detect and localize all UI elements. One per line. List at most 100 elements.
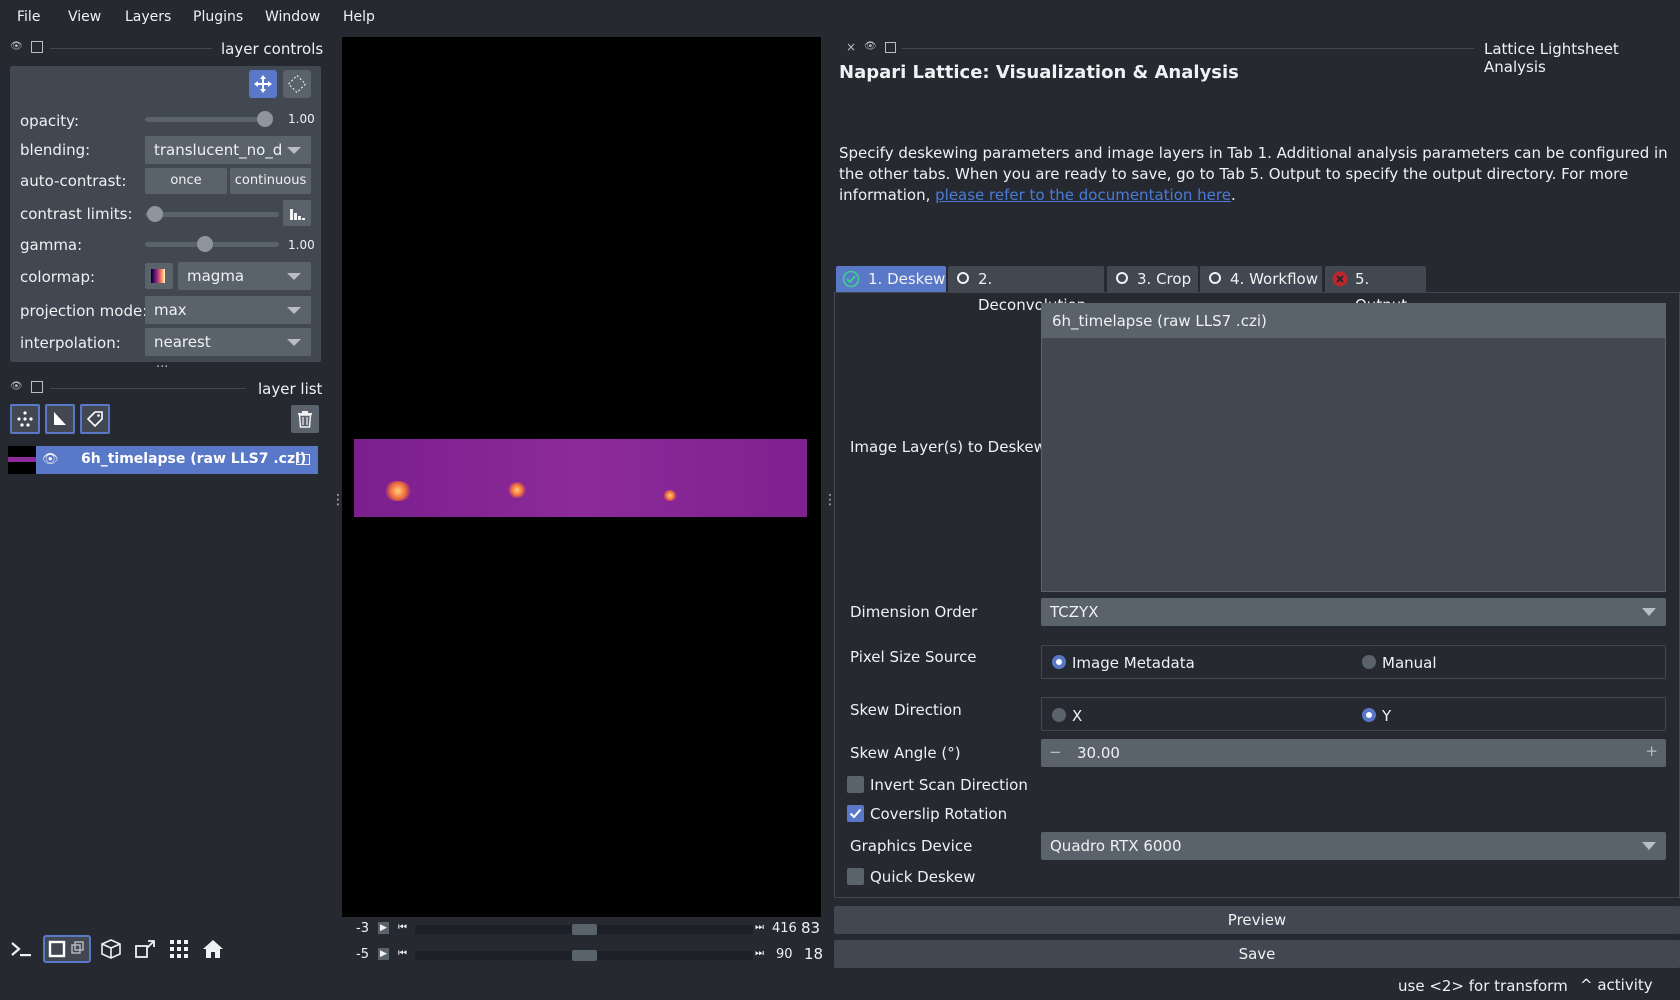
ndisplay-toggle-button[interactable] <box>43 935 91 963</box>
delete-layer-button[interactable] <box>291 405 319 433</box>
radio-skew-y-label[interactable]: Y <box>1382 707 1391 725</box>
contrast-low-handle[interactable] <box>147 206 163 222</box>
menu-help[interactable]: Help <box>343 9 375 25</box>
dock-resize-handle[interactable]: ... <box>156 356 168 371</box>
detach-dock-icon[interactable] <box>31 41 43 53</box>
coverslip-rotation-checkbox[interactable] <box>847 805 864 822</box>
radio-image-metadata-label[interactable]: Image Metadata <box>1072 654 1195 672</box>
pan-zoom-button[interactable] <box>249 70 277 98</box>
radio-manual[interactable] <box>1362 655 1376 669</box>
tab-deconvolution[interactable]: 2. Deconvolution <box>948 266 1104 314</box>
console-button[interactable] <box>8 935 36 963</box>
dim-current-value[interactable]: 18 <box>804 945 823 963</box>
colormap-select[interactable]: magma <box>178 262 311 290</box>
checkmark-icon <box>849 808 862 819</box>
coverslip-rotation-label[interactable]: Coverslip Rotation <box>870 805 1007 823</box>
layer-name[interactable]: 6h_timelapse (raw LLS7 .czi) <box>81 451 306 467</box>
dimension-order-select[interactable]: TCZYX <box>1041 598 1666 626</box>
menu-view[interactable]: View <box>68 9 101 25</box>
tab-workflow[interactable]: 4. Workflow <box>1200 266 1322 292</box>
radio-manual-label[interactable]: Manual <box>1382 654 1437 672</box>
radio-skew-y[interactable] <box>1362 708 1376 722</box>
play-icon[interactable]: ▶ <box>378 948 389 960</box>
quick-deskew-label[interactable]: Quick Deskew <box>870 868 975 886</box>
invert-scan-label[interactable]: Invert Scan Direction <box>870 776 1028 794</box>
menu-window[interactable]: Window <box>265 9 320 25</box>
opacity-slider-handle[interactable] <box>257 111 273 127</box>
minus-icon[interactable]: − <box>1049 743 1062 761</box>
grid-view-button[interactable] <box>165 935 193 963</box>
radio-skew-x[interactable] <box>1052 708 1066 722</box>
check-circle-icon <box>842 270 860 288</box>
dim-current-value[interactable]: 83 <box>801 919 820 937</box>
visibility-eye-icon[interactable]: 👁 <box>42 452 59 467</box>
menu-plugins[interactable]: Plugins <box>193 9 243 25</box>
detach-dock-icon[interactable] <box>885 42 896 53</box>
contrast-limits-label: contrast limits: <box>20 205 133 223</box>
autocontrast-continuous-button[interactable]: continuous <box>230 168 311 194</box>
description-period: . <box>1230 186 1236 204</box>
step-forward-icon[interactable]: ⏭ <box>755 922 764 933</box>
plugin-description: Specify deskewing parameters and image l… <box>839 143 1675 206</box>
skew-direction-label: Skew Direction <box>850 701 962 719</box>
tab-output[interactable]: 5. Output <box>1325 266 1426 314</box>
dim-slider-thumb[interactable] <box>571 924 597 935</box>
image-layer-label: Image Layer(s) to Deskew <box>850 438 1046 456</box>
blending-select[interactable]: translucent_no_de <box>145 136 311 164</box>
activity-toggle[interactable]: ^ activity <box>1580 976 1653 994</box>
radio-skew-x-label[interactable]: X <box>1072 707 1082 725</box>
gamma-value: 1.00 <box>288 238 315 252</box>
cube-icon <box>101 939 121 959</box>
projection-mode-select[interactable]: max <box>145 296 311 324</box>
colormap-swatch[interactable] <box>145 263 173 289</box>
save-button[interactable]: Save <box>834 940 1680 968</box>
documentation-link[interactable]: please refer to the documentation here <box>935 186 1231 204</box>
dimension-order-label: Dimension Order <box>850 603 978 621</box>
quick-deskew-checkbox[interactable] <box>847 868 864 885</box>
menu-layers[interactable]: Layers <box>125 9 171 25</box>
graphics-device-select[interactable]: Quadro RTX 6000 <box>1041 832 1666 860</box>
skew-angle-spinbox[interactable]: − 30.00 + <box>1041 739 1666 767</box>
menu-file[interactable]: File <box>17 9 40 25</box>
opacity-slider[interactable] <box>145 117 273 122</box>
detach-dock-icon[interactable] <box>31 381 43 393</box>
tab-crop[interactable]: 3. Crop <box>1107 266 1198 292</box>
transpose-dims-button[interactable] <box>131 935 159 963</box>
float-dock-icon[interactable]: 👁 <box>10 381 24 393</box>
histogram-button[interactable] <box>283 200 311 226</box>
step-forward-icon[interactable]: ⏭ <box>755 948 764 959</box>
layer-list-item[interactable]: 👁 6h_timelapse (raw LLS7 .czi) <box>8 446 318 474</box>
dim-start-label: -3 <box>356 921 369 936</box>
new-shapes-layer-button[interactable] <box>45 404 75 434</box>
autocontrast-once-button[interactable]: once <box>145 168 227 194</box>
radio-image-metadata[interactable] <box>1052 655 1066 669</box>
plus-icon[interactable]: + <box>1645 742 1658 760</box>
contrast-limits-slider[interactable] <box>145 212 279 217</box>
image-layer-item-label: 6h_timelapse (raw LLS7 .czi) <box>1052 312 1267 330</box>
gamma-slider-handle[interactable] <box>196 236 213 252</box>
interpolation-select[interactable]: nearest <box>145 328 311 356</box>
transform-button[interactable] <box>283 70 311 98</box>
new-labels-layer-button[interactable] <box>80 404 110 434</box>
step-back-icon[interactable]: ⏮ <box>398 948 407 959</box>
step-back-icon[interactable]: ⏮ <box>398 922 407 933</box>
close-icon[interactable]: × <box>846 40 856 54</box>
tab-deskew[interactable]: 1. Deskew <box>836 266 946 292</box>
skew-angle-value[interactable]: 30.00 <box>1077 744 1120 762</box>
dim-slider-thumb[interactable] <box>571 950 597 961</box>
trash-icon <box>298 411 312 428</box>
play-icon[interactable]: ▶ <box>378 922 389 934</box>
reset-view-button[interactable] <box>199 935 227 963</box>
blending-label: blending: <box>20 141 91 159</box>
grid-icon <box>170 940 188 958</box>
roll-dims-button[interactable] <box>97 935 125 963</box>
interpolation-value: nearest <box>154 333 211 351</box>
new-points-layer-button[interactable] <box>10 404 40 434</box>
invert-scan-checkbox[interactable] <box>847 776 864 793</box>
image-layer-list[interactable]: 6h_timelapse (raw LLS7 .czi) <box>1041 303 1666 592</box>
image-layer-list-item[interactable]: 6h_timelapse (raw LLS7 .czi) <box>1042 304 1665 338</box>
float-dock-icon[interactable]: 👁 <box>864 41 877 52</box>
opacity-value: 1.00 <box>288 112 315 126</box>
float-dock-icon[interactable]: 👁 <box>10 41 24 53</box>
preview-button[interactable]: Preview <box>834 906 1680 934</box>
